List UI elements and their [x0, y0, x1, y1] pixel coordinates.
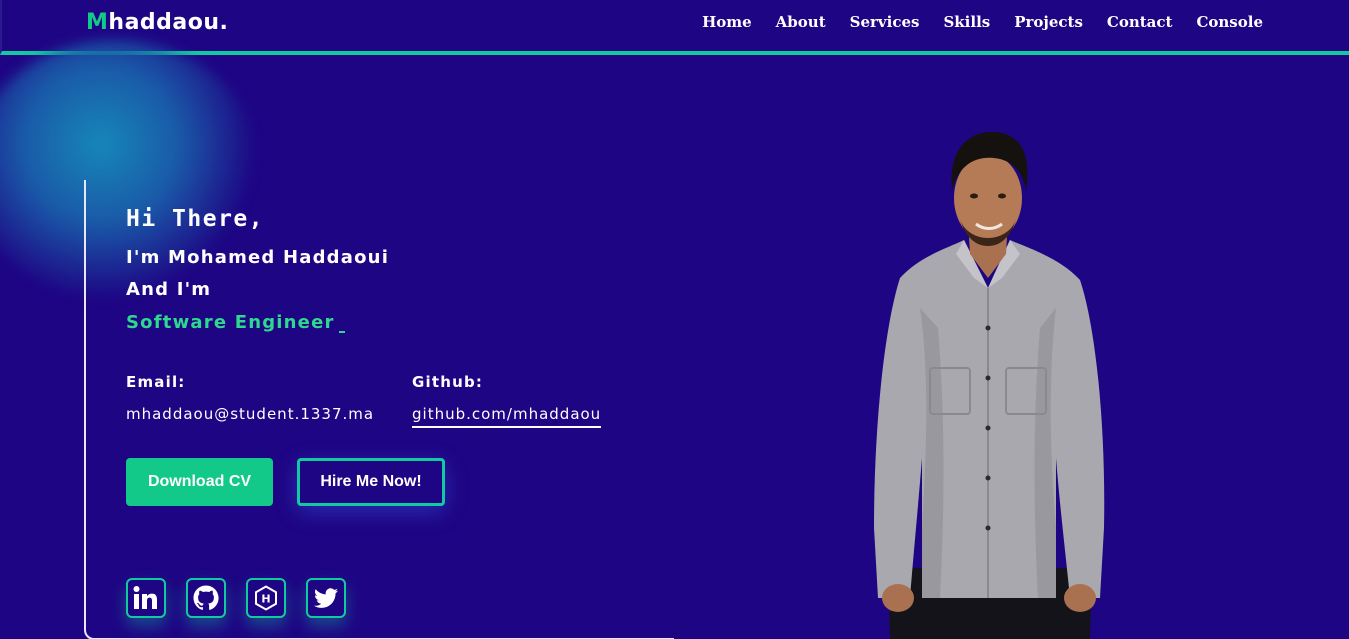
download-cv-button[interactable]: Download CV	[126, 458, 273, 506]
github-social-link[interactable]	[186, 578, 226, 618]
github-link[interactable]: github.com/mhaddaou	[412, 405, 602, 428]
github-link-wrap: github.com/mhaddaou	[412, 405, 602, 428]
github-icon	[193, 585, 219, 610]
svg-text:H: H	[261, 593, 270, 606]
and-line: And I'm	[126, 279, 212, 300]
role-text: Software Engineer	[126, 312, 345, 333]
twitter-link[interactable]	[306, 578, 346, 618]
nav-console[interactable]: Console	[1196, 13, 1263, 31]
main-nav: Home About Services Skills Projects Cont…	[702, 13, 1263, 31]
nav-home[interactable]: Home	[702, 13, 752, 31]
linkedin-icon	[133, 586, 157, 609]
twitter-icon	[314, 588, 338, 608]
hashnode-icon: H	[255, 585, 277, 611]
social-links: H	[126, 578, 346, 618]
nav-skills[interactable]: Skills	[943, 13, 990, 31]
greeting-text: Hi There,	[126, 206, 265, 232]
logo-initial: M	[86, 10, 109, 35]
linkedin-link[interactable]	[126, 578, 166, 618]
nav-contact[interactable]: Contact	[1107, 13, 1173, 31]
github-label: Github:	[412, 373, 484, 391]
email-label: Email:	[126, 373, 186, 391]
logo-text: haddaou.	[108, 10, 229, 35]
hire-me-button[interactable]: Hire Me Now!	[297, 458, 445, 506]
name-line: I'm Mohamed Haddaoui	[126, 247, 390, 268]
site-logo[interactable]: Mhaddaou.	[86, 10, 228, 35]
profile-portrait	[874, 132, 1105, 639]
hashnode-link[interactable]: H	[246, 578, 286, 618]
email-value: mhaddaou@student.1337.ma	[126, 405, 375, 423]
nav-projects[interactable]: Projects	[1014, 13, 1083, 31]
nav-services[interactable]: Services	[850, 13, 920, 31]
nav-about[interactable]: About	[776, 13, 826, 31]
site-header: Mhaddaou. Home About Services Skills Pro…	[0, 0, 1349, 55]
